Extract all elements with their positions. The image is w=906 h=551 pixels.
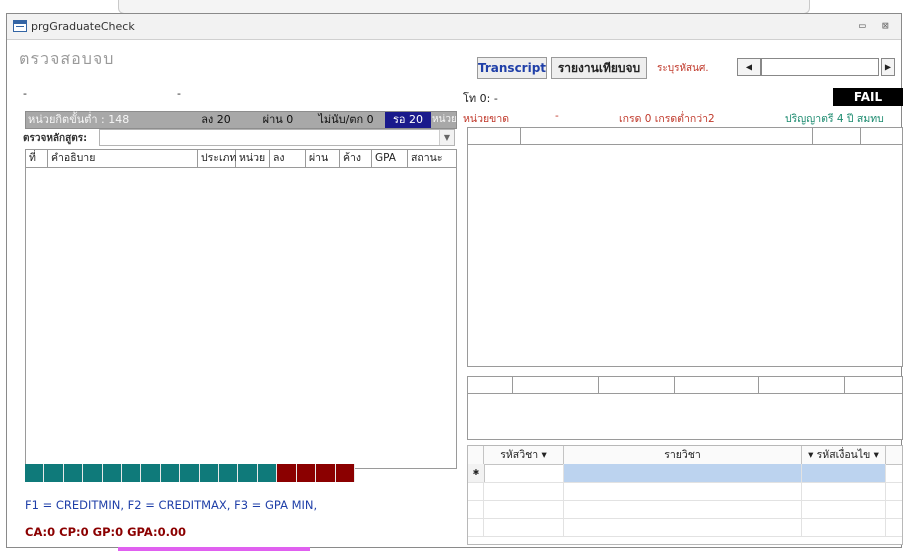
col-condition-code[interactable]: ▾ รหัสเงื่อนไข ▾: [802, 446, 886, 464]
left-dash-mid: -: [177, 87, 181, 100]
unit-text: หน่วย: [432, 114, 457, 125]
progress-block-done: [160, 464, 181, 482]
curriculum-select[interactable]: ▼: [99, 129, 455, 146]
progress-block-remaining: [316, 464, 336, 482]
col-separator: [812, 128, 813, 144]
progress-bar: [25, 464, 355, 482]
course-grid[interactable]: รหัสวิชา ▾ รายวิชา ▾ รหัสเงื่อนไข ▾ ✱: [467, 445, 903, 545]
col-status: สถานะ: [411, 152, 443, 164]
progress-block-done: [257, 464, 278, 482]
course-grid-header: รหัสวิชา ▾ รายวิชา ▾ รหัสเงื่อนไข ▾: [468, 446, 902, 465]
col-description: คำอธิบาย: [48, 150, 198, 167]
grid-empty-row: [468, 500, 902, 519]
course-name-cell[interactable]: [564, 464, 802, 482]
student-id-next-button[interactable]: ▶: [881, 58, 895, 76]
progress-block-done: [238, 464, 258, 482]
left-dash: -: [23, 87, 27, 100]
col-course-name[interactable]: รายวิชา: [564, 446, 802, 464]
degree-info: ปริญญาตรี 4 ปี สมทบ: [785, 113, 884, 125]
col-credits: หน่วย: [236, 150, 270, 167]
progress-block-done: [44, 464, 64, 482]
course-detail-header: [468, 128, 902, 145]
app-window: prgGraduateCheck ▭ ⊠ ตรวจสอบจบ Transcrip…: [6, 13, 903, 548]
condition-code-cell[interactable]: [802, 464, 886, 482]
col-separator: [860, 128, 861, 144]
student-id-prev-button[interactable]: ◀: [737, 58, 761, 76]
col-course-code[interactable]: รหัสวิชา ▾: [484, 446, 564, 464]
arrow-right-icon: ▶: [884, 62, 892, 72]
major-header: โท 0: -: [463, 92, 498, 105]
row-selector-header: [468, 446, 484, 464]
grid-empty-row: [468, 482, 902, 501]
grid-new-row[interactable]: ✱: [468, 464, 902, 483]
course-code-cell[interactable]: [484, 464, 564, 482]
progress-block-done: [83, 464, 103, 482]
course-detail-list[interactable]: [467, 127, 903, 367]
grid-empty-row: [468, 518, 902, 537]
new-row-icon: ✱: [468, 464, 485, 482]
waiting-count: รอ 20: [385, 112, 431, 128]
progress-block-done: [122, 464, 142, 482]
col-type: ประเภท: [198, 150, 236, 167]
form-icon: [13, 20, 27, 32]
col-pending: ค้าง: [340, 150, 372, 167]
col-separator: [758, 377, 759, 393]
enrolled-count: ลง 20: [201, 113, 231, 126]
window-title: prgGraduateCheck: [31, 20, 135, 33]
minimize-icon[interactable]: ▭: [859, 19, 866, 32]
requirement-list-header: ที่ คำอธิบาย ประเภท หน่วย ลง ผ่าน ค้าง G…: [26, 150, 456, 168]
background-window-edge: [118, 0, 810, 14]
condition-list-header: [468, 377, 902, 394]
progress-block-done: [63, 464, 84, 482]
arrow-left-icon: ◀: [745, 62, 753, 72]
missing-credits-label: หน่วยขาด: [463, 113, 510, 125]
col-passed: ผ่าน: [306, 150, 340, 167]
formula-legend: F1 = CREDITMIN, F2 = CREDITMAX, F3 = GPA…: [25, 498, 318, 512]
graduation-report-button[interactable]: รายงานเทียบจบ: [551, 57, 647, 79]
close-icon[interactable]: ⊠: [882, 19, 889, 32]
missing-credits-dash: -: [555, 110, 559, 122]
col-separator: [844, 377, 845, 393]
progress-block-done: [199, 464, 220, 482]
progress-block-done: [25, 464, 45, 482]
result-badge: FAIL: [833, 88, 903, 106]
progress-block-done: [102, 464, 123, 482]
progress-block-done: [219, 464, 239, 482]
progress-block-done: [180, 464, 200, 482]
chevron-down-icon[interactable]: ▼: [439, 130, 454, 145]
min-credit-text: หน่วยกิตขั้นต่ำ : 148: [28, 113, 130, 126]
progress-block-remaining: [296, 464, 317, 482]
col-enrolled: ลง: [270, 150, 306, 167]
not-counted-count: ไม่นับ/ตก 0: [318, 113, 374, 126]
progress-block-done: [141, 464, 161, 482]
gpa-summary: CA:0 CP:0 GP:0 GPA:0.00: [25, 525, 186, 539]
condition-list[interactable]: [467, 376, 903, 440]
col-separator: [598, 377, 599, 393]
col-separator: [674, 377, 675, 393]
curriculum-label: ตรวจหลักสูตร:: [23, 133, 88, 144]
progress-block-remaining: [335, 464, 355, 482]
col-gpa: GPA: [372, 150, 408, 167]
student-id-label: ระบุรหัสนศ.: [657, 63, 709, 74]
form-title: ตรวจสอบจบ: [19, 49, 115, 68]
transcript-button[interactable]: Transcript: [477, 57, 547, 79]
progress-block-remaining: [277, 464, 297, 482]
credit-status-bar: หน่วยกิตขั้นต่ำ : 148 ลง 20 ผ่าน 0 ไม่นั…: [25, 111, 457, 129]
passed-count: ผ่าน 0: [262, 113, 294, 126]
col-separator: [512, 377, 513, 393]
taskbar-accent: [118, 547, 310, 551]
col-no: ที่: [26, 150, 48, 167]
col-separator: [520, 128, 521, 144]
grade-info: เกรด 0 เกรดต่ำกว่า2: [619, 113, 715, 125]
student-id-input[interactable]: [761, 58, 879, 76]
title-bar: prgGraduateCheck ▭ ⊠: [7, 14, 901, 40]
requirement-list[interactable]: ที่ คำอธิบาย ประเภท หน่วย ลง ผ่าน ค้าง G…: [25, 149, 457, 469]
